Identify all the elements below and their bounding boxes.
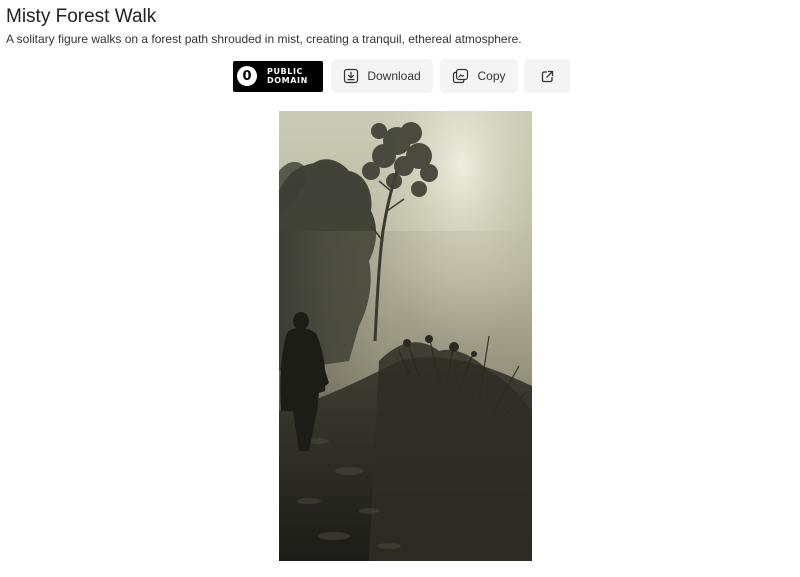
action-toolbar: 0 PUBLIC DOMAIN Download Copy [233,59,570,93]
public-domain-icon: 0 [237,66,257,86]
public-domain-label: PUBLIC DOMAIN [267,67,308,85]
download-label: Download [367,69,421,83]
public-domain-badge[interactable]: 0 PUBLIC DOMAIN [233,60,323,92]
public-domain-line2: DOMAIN [267,76,308,85]
page: Misty Forest Walk A solitary figure walk… [0,0,800,577]
open-external-button[interactable] [524,59,570,93]
page-title: Misty Forest Walk [6,6,157,27]
public-domain-line1: PUBLIC [267,67,304,76]
copy-button[interactable]: Copy [440,59,518,93]
forest-photo [279,111,532,561]
copy-icon [452,68,469,84]
download-button[interactable]: Download [331,59,433,93]
copy-label: Copy [477,69,506,83]
download-icon [343,68,359,84]
external-link-icon [541,70,554,83]
image-description: A solitary figure walks on a forest path… [6,32,522,46]
